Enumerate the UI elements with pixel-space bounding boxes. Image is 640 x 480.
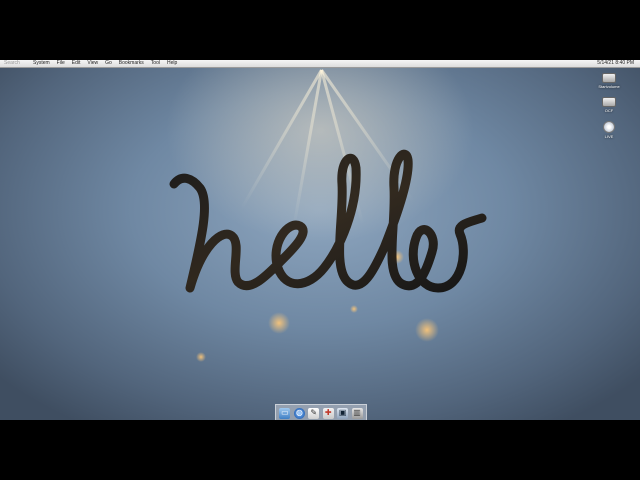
globe-browser-icon[interactable]: ◍ <box>293 407 305 419</box>
optical-disc-icon <box>603 121 615 133</box>
dock: ▭ ◍ ✎ ✚ ▣ ▥ <box>275 404 367 420</box>
hello-script-artwork: hello <box>169 149 487 321</box>
search-field[interactable]: Search <box>4 60 26 67</box>
desktop-icon-live[interactable]: LIVE <box>594 121 624 139</box>
menu-help[interactable]: Help <box>167 60 177 67</box>
menu-go[interactable]: Go <box>105 60 112 67</box>
menu-tool[interactable]: Tool <box>151 60 160 67</box>
text-editor-icon[interactable]: ✎ <box>308 407 320 419</box>
wallpaper-text: hello <box>330 319 333 321</box>
trash-icon[interactable]: ▥ <box>351 407 363 419</box>
menu-bookmarks[interactable]: Bookmarks <box>119 60 144 67</box>
finder-folder-icon[interactable]: ▭ <box>279 407 291 419</box>
menu-edit[interactable]: Edit <box>72 60 81 67</box>
menu-system[interactable]: System <box>33 60 50 67</box>
menu-view[interactable]: View <box>87 60 98 67</box>
bokeh-light <box>196 352 206 362</box>
hard-drive-icon <box>602 97 616 107</box>
hello-stroke <box>169 149 487 293</box>
hard-drive-icon <box>602 73 616 83</box>
desktop-icon-label: LIVE <box>604 134 614 139</box>
menubar-clock[interactable]: 5/14/21 8:40 PM <box>597 60 634 67</box>
terminal-window-icon[interactable]: ▣ <box>337 407 349 419</box>
desktop-icon-ocf[interactable]: OCF <box>594 97 624 113</box>
menu-file[interactable]: File <box>57 60 65 67</box>
system-tool-icon[interactable]: ✚ <box>322 407 334 419</box>
menu-bar: Search System File Edit View Go Bookmark… <box>0 60 640 68</box>
desktop-icon-startvolume[interactable]: Startvolume <box>594 73 624 89</box>
desktop: Search System File Edit View Go Bookmark… <box>0 60 640 420</box>
desktop-icon-label: OCF <box>604 108 614 113</box>
desktop-icon-label: Startvolume <box>598 84 620 89</box>
